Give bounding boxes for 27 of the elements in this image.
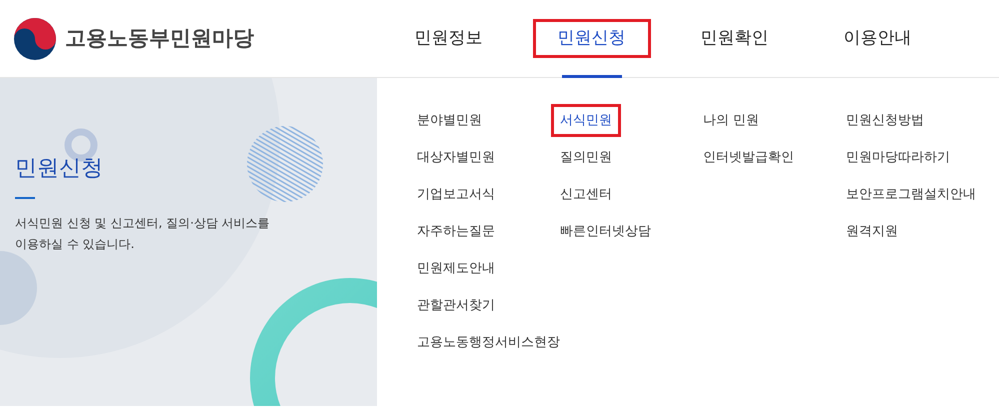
menu-link[interactable]: 기업보고서식 (417, 178, 495, 211)
menu-link[interactable]: 인터넷발급확인 (703, 141, 794, 174)
nav-tab[interactable]: 이용안내 (806, 0, 949, 77)
menu-link[interactable]: 신고센터 (560, 178, 612, 211)
nav-tab[interactable]: 민원신청 (520, 0, 663, 77)
menu-link[interactable]: 분야별민원 (417, 104, 482, 137)
menu-link[interactable]: 민원제도안내 (417, 252, 495, 285)
intro-title: 민원신청 (15, 155, 104, 183)
menu-link[interactable]: 질의민원 (560, 141, 612, 174)
menu-link[interactable]: 관할관서찾기 (417, 289, 495, 322)
menu-link[interactable]: 원격지원 (846, 215, 898, 248)
nav-tab[interactable]: 민원확인 (663, 0, 806, 77)
site-title[interactable]: 고용노동부민원마당 (65, 22, 254, 54)
menu-link[interactable]: 고용노동행정서비스현장 (417, 326, 560, 359)
menu-link[interactable]: 보안프로그램설치안내 (846, 178, 976, 211)
menu-link[interactable]: 대상자별민원 (417, 141, 495, 174)
intro-description: 서식민원 신청 및 신고센터, 질의·상담 서비스를 이용하실 수 있습니다. (15, 215, 271, 253)
active-tab-underline (562, 75, 622, 78)
menu-link[interactable]: 민원신청방법 (846, 104, 924, 137)
menu-link[interactable]: 서식민원 (551, 104, 621, 137)
nav-tab[interactable]: 민원정보 (377, 0, 520, 77)
menu-link[interactable]: 민원마당따라하기 (846, 141, 950, 174)
menu-link[interactable]: 빠른인터넷상담 (560, 215, 651, 248)
menu-link[interactable]: 자주하는질문 (417, 215, 495, 248)
emblem-logo-icon (13, 16, 57, 60)
menu-link[interactable]: 나의 민원 (703, 104, 760, 137)
title-underline (15, 197, 35, 199)
